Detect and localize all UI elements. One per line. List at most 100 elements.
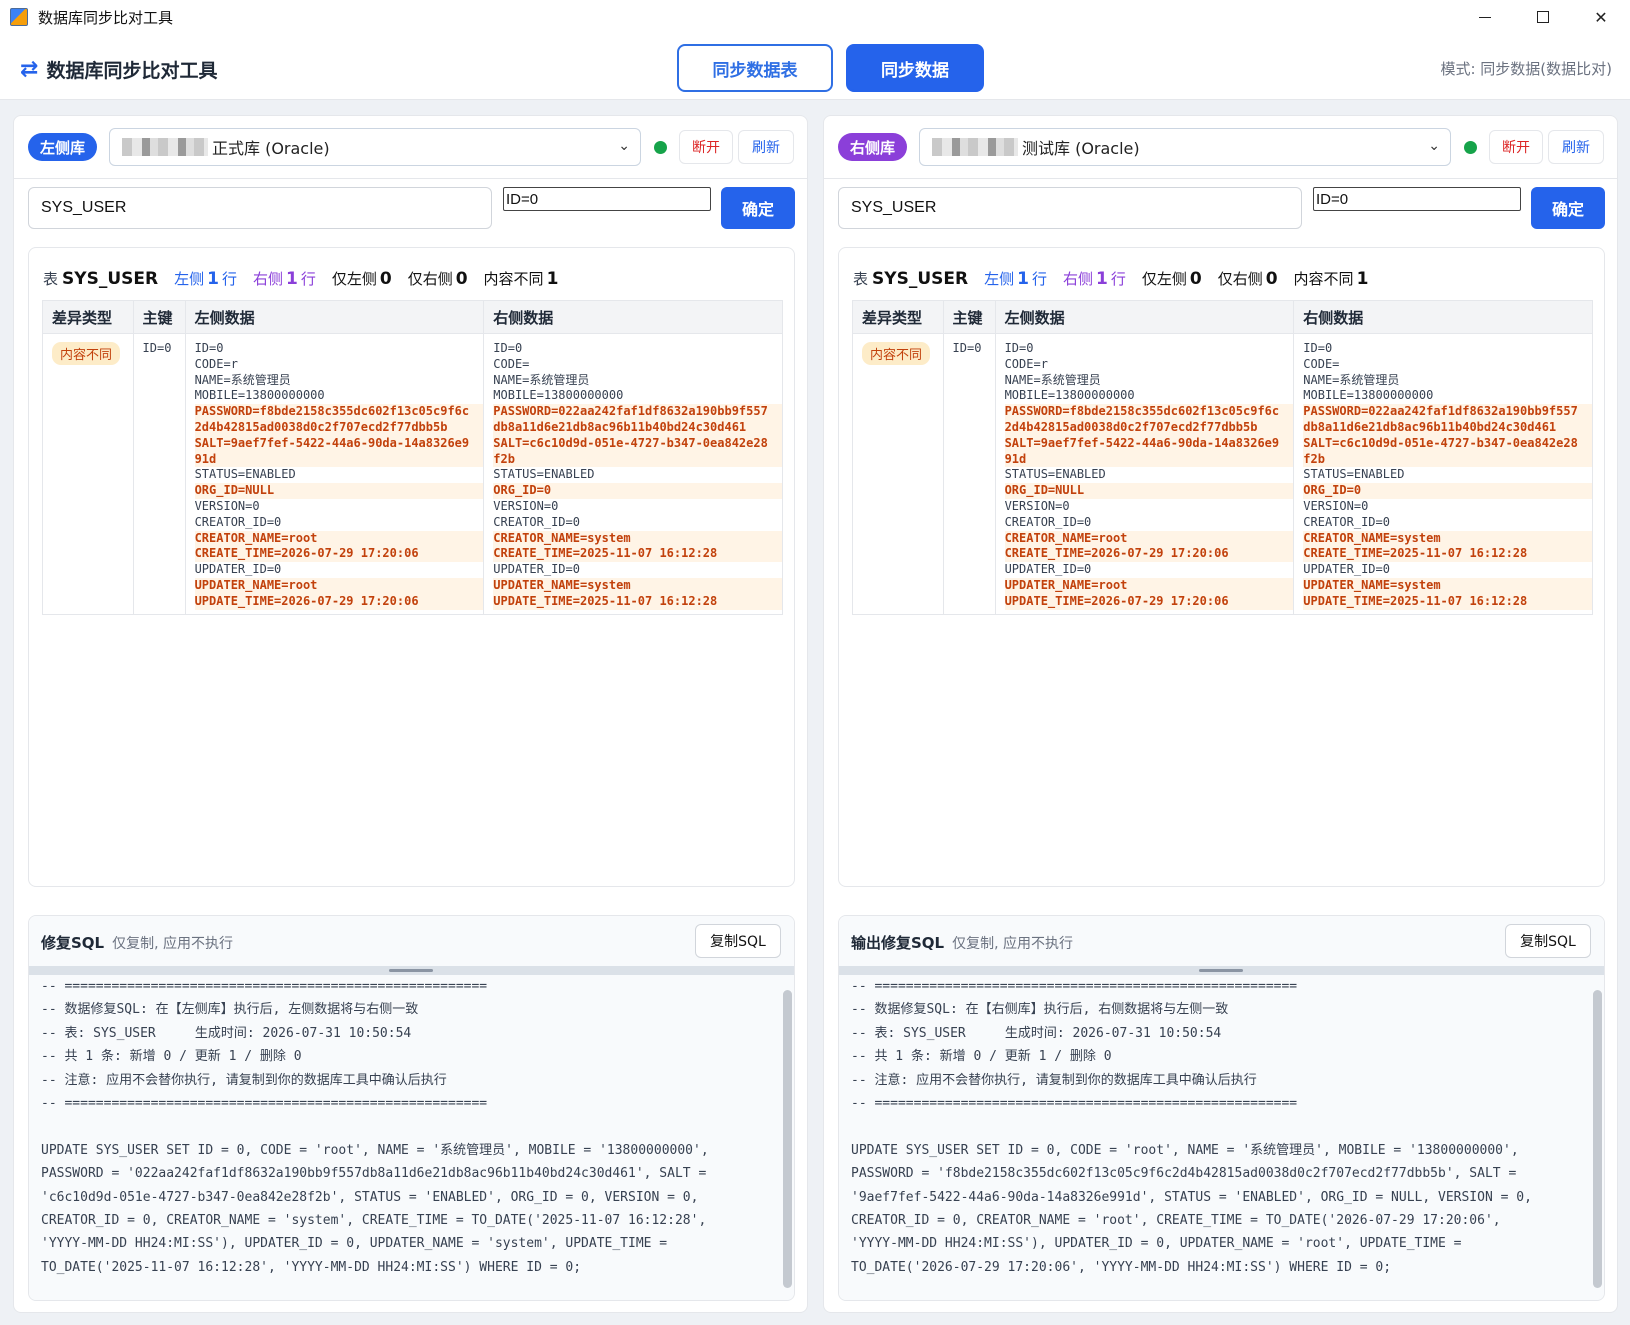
sql-line — [41, 1115, 774, 1138]
right-data-cell: ID=0 CODE= NAME=系统管理员 MOBILE=13800000000 PAS… — [1293, 333, 1593, 615]
copy-sql-button[interactable]: 复制SQL — [1505, 924, 1591, 958]
confirm-button[interactable]: 确定 — [721, 187, 795, 229]
maximize-button[interactable] — [1514, 0, 1572, 34]
repair-sql-card: 修复SQL 仅复制, 应用不执行 复制SQL -- =================… — [28, 915, 795, 1301]
resize-splitter[interactable] — [29, 966, 794, 975]
compare-summary: 表 SYS_USER 左侧 1 行右侧 1 行仅左侧 0 仅右侧 0 内容不同 1 — [853, 268, 1371, 289]
field-line: CODE= — [493, 356, 530, 371]
splitter-grip-icon — [389, 969, 433, 972]
repair-sql-title: 输出修复SQL 仅复制, 应用不执行 — [851, 932, 1073, 953]
sql-line: -- =====================================… — [851, 1095, 1298, 1111]
sql-line: -- 注意: 应用不会替你执行, 请复制到你的数据库工具中确认后执行 — [851, 1072, 1257, 1088]
changed-field-line: CREATOR_NAME=system — [1303, 530, 1592, 547]
resize-splitter[interactable] — [839, 966, 1604, 975]
field-line: CREATOR_ID=0 — [1004, 514, 1092, 529]
diff-table-header-row: 差异类型 主键 左侧数据 右侧数据 — [852, 300, 1593, 334]
summary-table-prefix: 表 — [43, 270, 59, 288]
field-line: CODE=r — [1004, 356, 1048, 371]
connection-row: 左侧库 正式库 (Oracle) ⌄ 断开 刷新 — [14, 116, 807, 179]
chevron-down-icon: ⌄ — [618, 138, 630, 154]
table-row[interactable]: 内容不同 ID=0 ID=0 CODE=r NAME=系统管理员 MOBILE=13800… — [42, 333, 783, 615]
repair-sql-text[interactable]: -- =====================================… — [839, 975, 1604, 1300]
right-data-cell: ID=0 CODE= NAME=系统管理员 MOBILE=13800000000 PAS… — [483, 333, 783, 615]
where-condition-input[interactable] — [1313, 187, 1521, 211]
field-line: ID=0 — [1004, 341, 1034, 355]
copy-sql-button[interactable]: 复制SQL — [695, 924, 781, 958]
field-line: NAME=系统管理员 — [194, 372, 291, 387]
sql-line: '9aef7fef-5422-44a6-90da-14a8326e991d', … — [851, 1189, 1532, 1205]
table-name-input[interactable] — [28, 187, 492, 229]
sql-line: UPDATE SYS_USER SET ID = 0, CODE = 'root… — [41, 1142, 709, 1158]
disconnect-button[interactable]: 断开 — [679, 130, 733, 164]
table-row[interactable]: 内容不同 ID=0 ID=0 CODE=r NAME=系统管理员 MOBILE=13800… — [852, 333, 1593, 615]
sql-scrollbar[interactable] — [1593, 990, 1602, 1288]
db-select-value: 正式库 (Oracle) — [212, 139, 330, 158]
field-line: NAME=系统管理员 — [493, 372, 590, 387]
swap-arrows-icon: ⇄ — [20, 56, 39, 82]
where-condition-input[interactable] — [503, 187, 711, 211]
close-icon: ✕ — [1594, 7, 1608, 27]
field-line: NAME=系统管理员 — [1303, 372, 1400, 387]
changed-field-line: CREATE_TIME=2025-11-07 16:12:28 — [1303, 546, 1592, 563]
changed-field-line: UPDATE_TIME=2026-07-29 17:20:06 — [1004, 593, 1294, 610]
minimize-icon — [1479, 16, 1491, 18]
left-data-cell: ID=0 CODE=r NAME=系统管理员 MOBILE=13800000000 PA… — [185, 333, 485, 615]
repair-sql-subtitle: 仅复制, 应用不执行 — [112, 936, 234, 952]
minimize-button[interactable] — [1456, 0, 1514, 34]
field-line: VERSION=0 — [1004, 498, 1070, 513]
sql-line: 'c6c10d9d-051e-4727-b347-0ea842e28f2b', … — [41, 1189, 699, 1205]
column-header-left-data: 左侧数据 — [995, 300, 1295, 334]
changed-field-line: PASSWORD=f8bde2158c355dc602f13c05c9f6c2d… — [194, 404, 484, 436]
changed-field-line: UPDATER_NAME=system — [493, 577, 782, 594]
db-select[interactable]: 正式库 (Oracle) ⌄ — [109, 128, 641, 166]
db-select[interactable]: 测试库 (Oracle) ⌄ — [919, 128, 1451, 166]
field-line: MOBILE=13800000000 — [1303, 388, 1434, 403]
app-icon — [10, 8, 28, 26]
summary-diff-label: 内容不同 — [483, 270, 544, 288]
right-db-badge: 右侧库 — [838, 133, 908, 161]
sql-line: TO_DATE('2025-11-07 16:12:28', 'YYYY-MM-… — [41, 1259, 582, 1275]
changed-field-line: CREATE_TIME=2026-07-29 17:20:06 — [194, 546, 484, 563]
changed-field-line: ORG_ID=NULL — [1004, 483, 1294, 499]
column-header-primary-key: 主键 — [943, 300, 996, 334]
sql-scrollbar[interactable] — [783, 990, 792, 1288]
maximize-icon — [1537, 11, 1549, 23]
field-line: MOBILE=13800000000 — [194, 388, 325, 403]
sql-line: -- 共 1 条: 新增 0 / 更新 1 / 删除 0 — [41, 1049, 302, 1065]
changed-field-line: UPDATER_NAME=root — [194, 577, 484, 594]
field-line: CREATOR_ID=0 — [493, 514, 580, 529]
sql-line — [851, 1115, 1584, 1138]
disconnect-button[interactable]: 断开 — [1489, 130, 1543, 164]
diff-table: 差异类型 主键 左侧数据 右侧数据 内容不同 ID=0 ID=0 CODE=r NAME=系统管… — [852, 300, 1593, 615]
sql-line: -- =====================================… — [41, 1095, 488, 1111]
changed-field-line: SALT=9aef7fef-5422-44a6-90da-14a8326e991… — [1004, 435, 1294, 468]
changed-field-line: CREATOR_NAME=root — [194, 530, 484, 547]
query-row: 确定 — [824, 179, 1617, 243]
sync-data-button[interactable]: 同步数据 — [846, 44, 984, 92]
changed-field-line: SALT=c6c10d9d-051e-4727-b347-0ea842e28f2… — [1303, 435, 1592, 468]
changed-field-line: SALT=9aef7fef-5422-44a6-90da-14a8326e991… — [194, 435, 484, 468]
field-line: NAME=系统管理员 — [1004, 372, 1101, 387]
redacted-text — [932, 138, 1018, 156]
changed-field-line: ORG_ID=0 — [493, 483, 782, 499]
sql-line: -- 数据修复SQL: 在【右侧库】执行后, 右侧数据将与左侧一致 — [851, 1002, 1229, 1018]
repair-sql-text[interactable]: -- =====================================… — [29, 975, 794, 1300]
chevron-down-icon: ⌄ — [1428, 138, 1440, 154]
confirm-button[interactable]: 确定 — [1531, 187, 1605, 229]
refresh-button[interactable]: 刷新 — [738, 130, 794, 164]
summary-right-unit: 行 — [1110, 270, 1126, 288]
sql-line: PASSWORD = '022aa242faf1df8632a190bb9f55… — [41, 1166, 707, 1182]
table-name-input[interactable] — [838, 187, 1302, 229]
window-controls: ✕ — [1456, 0, 1630, 34]
refresh-button[interactable]: 刷新 — [1548, 130, 1604, 164]
sql-line: -- 注意: 应用不会替你执行, 请复制到你的数据库工具中确认后执行 — [41, 1072, 447, 1088]
sql-line: -- =====================================… — [851, 979, 1298, 994]
sync-tables-button[interactable]: 同步数据表 — [677, 44, 833, 92]
summary-only-right-count: 0 — [455, 269, 468, 289]
changed-field-line: CREATOR_NAME=system — [493, 530, 782, 547]
sql-line: 'YYYY-MM-DD HH24:MI:SS'), UPDATER_ID = 0… — [851, 1236, 1462, 1252]
field-line: STATUS=ENABLED — [493, 467, 595, 482]
summary-only-right-count: 0 — [1265, 269, 1278, 289]
changed-field-line: UPDATE_TIME=2026-07-29 17:20:06 — [194, 593, 484, 610]
close-button[interactable]: ✕ — [1572, 0, 1630, 34]
